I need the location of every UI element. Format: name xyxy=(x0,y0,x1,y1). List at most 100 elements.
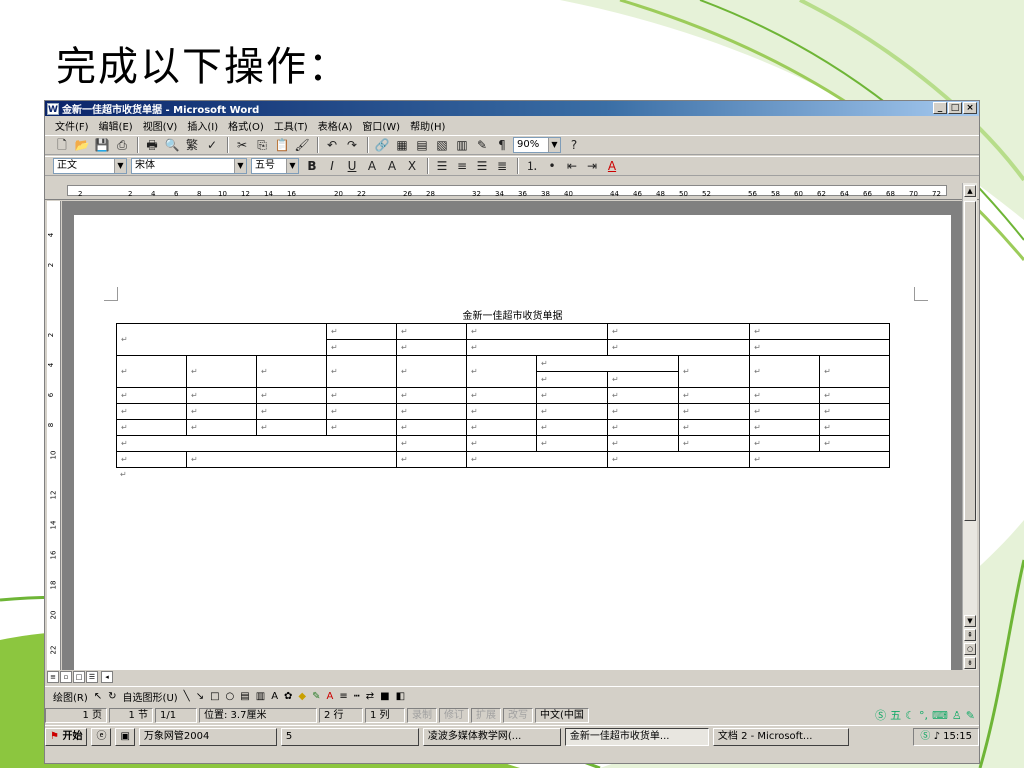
table-cell[interactable]: ↵ xyxy=(186,355,257,388)
table-cell[interactable]: ↵ xyxy=(749,339,891,356)
table-cell[interactable]: ↵ xyxy=(396,435,468,452)
oval-icon[interactable]: ○ xyxy=(226,691,235,702)
browse-object-icon[interactable]: ○ xyxy=(964,643,976,655)
table-cell[interactable]: ↵ xyxy=(607,323,751,340)
table-cell[interactable]: ↵ xyxy=(116,419,187,436)
arrow-icon[interactable]: ↘ xyxy=(196,691,204,702)
ime-keyboard-icon[interactable]: ⌨ xyxy=(932,709,948,722)
table-cell[interactable]: ↵ xyxy=(116,387,187,404)
justify-icon[interactable]: ≣ xyxy=(493,158,511,175)
maximize-button[interactable]: □ xyxy=(948,102,962,114)
next-page-icon[interactable]: ⇟ xyxy=(964,657,976,669)
format-painter-icon[interactable]: 🖌 xyxy=(293,137,311,154)
char-scale-icon[interactable]: X xyxy=(403,158,421,175)
outline-view-icon[interactable]: ☰ xyxy=(86,671,98,683)
taskbar-item[interactable]: 凌波多媒体教学网(... xyxy=(422,727,561,746)
table-cell[interactable]: ↵ xyxy=(607,371,680,388)
ime-punct-icon[interactable]: °, xyxy=(919,709,928,722)
ime-logo-icon[interactable]: Ⓢ xyxy=(875,707,886,723)
drawing-icon[interactable]: ✎ xyxy=(473,137,491,154)
bold-icon[interactable]: B xyxy=(303,158,321,175)
status-rec[interactable]: 录制 xyxy=(407,708,437,723)
taskbar-item[interactable]: 5 xyxy=(280,727,419,746)
table-cell[interactable]: ↵ xyxy=(326,323,398,340)
taskbar-item[interactable]: 万象网管2004 xyxy=(138,727,277,746)
table-cell[interactable]: ↵ xyxy=(536,355,680,372)
table-cell[interactable]: ↵ xyxy=(466,403,538,420)
start-button[interactable]: ⚑ 开始 xyxy=(45,727,88,746)
table-cell[interactable]: ↵ xyxy=(749,387,821,404)
cut-icon[interactable]: ✂ xyxy=(233,137,251,154)
menu-view[interactable]: 视图(V) xyxy=(143,118,178,133)
menu-tools[interactable]: 工具(T) xyxy=(274,118,308,133)
table-cell[interactable]: ↵ xyxy=(819,355,891,388)
italic-icon[interactable]: I xyxy=(323,158,341,175)
permission-icon[interactable]: ⎙ xyxy=(113,137,131,154)
redo-icon[interactable]: ↷ xyxy=(343,137,361,154)
horizontal-scrollbar[interactable]: ≡ ▫ □ ☰ ◂ xyxy=(45,670,979,684)
undo-icon[interactable]: ↶ xyxy=(323,137,341,154)
close-button[interactable]: × xyxy=(963,102,977,114)
tables-borders-icon[interactable]: ▦ xyxy=(393,137,411,154)
ime-mode[interactable]: 五 xyxy=(890,707,901,723)
table-cell[interactable]: ↵ xyxy=(326,419,398,436)
scroll-down-icon[interactable]: ▼ xyxy=(964,615,976,627)
status-ovr[interactable]: 改写 xyxy=(503,708,533,723)
table-cell[interactable]: ↵ xyxy=(255,403,328,420)
menu-window[interactable]: 窗口(W) xyxy=(362,118,400,133)
table-cell[interactable]: ↵ xyxy=(678,387,751,404)
table-cell[interactable]: ↵ xyxy=(396,419,468,436)
table-cell[interactable]: ↵ xyxy=(396,355,468,388)
table-cell[interactable]: ↵ xyxy=(678,403,751,420)
autoshapes-menu[interactable]: 自选图形(U) xyxy=(123,689,178,704)
menu-file[interactable]: 文件(F) xyxy=(55,118,89,133)
document-page[interactable]: 金新一佳超市收货单据 ↵ ↵ ↵ ↵ ↵ ↵ ↵ ↵ ↵ ↵ ↵ ↵ ↵ ↵ ↵… xyxy=(74,215,951,675)
line-color-icon[interactable]: ✎ xyxy=(312,691,320,702)
ime-moon-icon[interactable]: ☾ xyxy=(905,709,915,722)
help-icon[interactable]: ? xyxy=(565,137,583,154)
scroll-up-icon[interactable]: ▲ xyxy=(964,185,976,197)
table-cell[interactable]: ↵ xyxy=(678,419,751,436)
table-cell[interactable]: ↵ xyxy=(536,371,609,388)
table-cell[interactable]: ↵ xyxy=(116,451,187,468)
vertical-scrollbar[interactable]: ▲ ▼ ⇞ ○ ⇟ xyxy=(962,183,977,673)
decrease-indent-icon[interactable]: ⇤ xyxy=(563,158,581,175)
textbox-icon[interactable]: ▤ xyxy=(240,691,249,702)
align-left-icon[interactable]: ☰ xyxy=(433,158,451,175)
traditional-chinese-icon[interactable]: 繁 xyxy=(183,137,201,154)
table-cell[interactable]: ↵ xyxy=(326,403,398,420)
table-cell[interactable]: ↵ xyxy=(255,387,328,404)
table-cell[interactable]: ↵ xyxy=(607,403,680,420)
table-cell[interactable]: ↵ xyxy=(536,387,609,404)
horizontal-ruler[interactable]: 2 2 4 6 8 10 12 14 16 20 22 26 28 32 34 … xyxy=(45,181,979,200)
dash-style-icon[interactable]: ┅ xyxy=(354,691,360,702)
columns-icon[interactable]: ▥ xyxy=(453,137,471,154)
table-cell[interactable]: ↵ xyxy=(466,339,609,356)
receipt-table[interactable]: ↵ ↵ ↵ ↵ ↵ ↵ ↵ ↵ ↵ ↵ ↵ ↵ ↵ ↵ ↵ ↵ ↵ ↵ ↵ ↵ … xyxy=(115,323,891,468)
insert-table-icon[interactable]: ▤ xyxy=(413,137,431,154)
table-cell[interactable]: ↵ xyxy=(749,323,891,340)
paste-icon[interactable]: 📋 xyxy=(273,137,291,154)
scroll-thumb[interactable] xyxy=(964,201,976,521)
table-cell[interactable]: ↵ xyxy=(466,355,538,388)
arrow-style-icon[interactable]: ⇄ xyxy=(366,691,374,702)
wordart-icon[interactable]: A xyxy=(271,691,278,702)
font-size-select[interactable]: 五号 ▼ xyxy=(251,158,299,174)
vertical-ruler[interactable]: 4 2 2 4 6 8 10 12 14 16 18 20 22 xyxy=(47,201,61,675)
menu-insert[interactable]: 插入(I) xyxy=(187,118,218,133)
line-style-icon[interactable]: ≡ xyxy=(339,691,347,702)
table-cell[interactable]: ↵ xyxy=(186,403,257,420)
normal-view-icon[interactable]: ≡ xyxy=(47,671,59,683)
char-shading-icon[interactable]: A xyxy=(383,158,401,175)
font-color-icon[interactable]: A xyxy=(327,691,334,702)
clipart-icon[interactable]: ✿ xyxy=(284,691,292,702)
font-color-icon[interactable]: A xyxy=(603,158,621,175)
table-cell[interactable]: ↵ xyxy=(115,435,398,452)
draw-menu[interactable]: 绘图(R) xyxy=(53,689,88,704)
tray-volume-icon[interactable]: ♪ xyxy=(934,731,940,742)
table-cell[interactable]: ↵ xyxy=(326,387,398,404)
free-rotate-icon[interactable]: ↻ xyxy=(108,691,116,702)
line-icon[interactable]: ╲ xyxy=(184,691,190,702)
table-cell[interactable]: ↵ xyxy=(396,323,468,340)
taskbar-item[interactable]: 文档 2 - Microsoft... xyxy=(712,727,849,746)
